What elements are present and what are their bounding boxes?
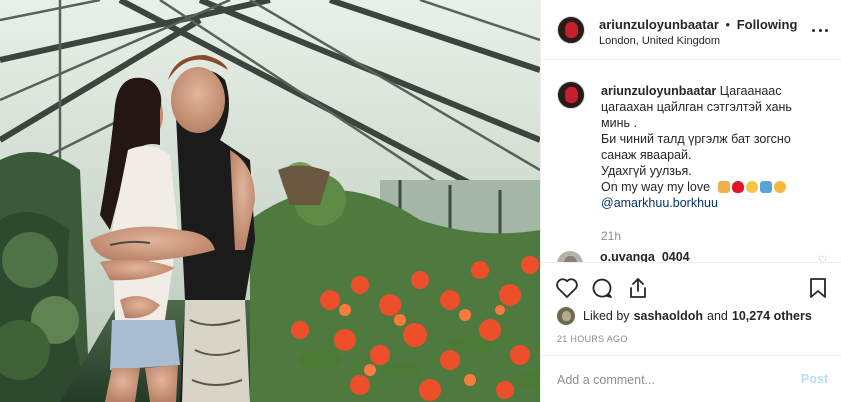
caption-section: ariunzuloyunbaatar Цагаанаас цагаахан ца… xyxy=(541,61,841,261)
caption-line-emoji: On my way my love xyxy=(601,179,829,195)
location-link[interactable]: London, United Kingdom xyxy=(599,35,720,47)
caption-author-avatar[interactable] xyxy=(557,81,585,109)
caption-line: Цагаанаас xyxy=(719,84,782,98)
caption-time: 21h xyxy=(601,229,622,243)
post-header: ariunzuloyunbaatar • Following London, U… xyxy=(541,0,841,60)
flexed-biceps-emoji-icon xyxy=(773,181,786,193)
post-photo[interactable] xyxy=(0,0,540,402)
post-comment-button[interactable]: Post xyxy=(801,372,828,386)
caption-line: Удахгүй уулзья. xyxy=(601,164,692,178)
caption-line: цагаахан цайлган сэтгэлтэй хань xyxy=(601,100,792,114)
likes-conjunction: and xyxy=(707,309,728,323)
comment-preview: o.uvanga_0404 ♡ xyxy=(557,249,827,263)
bookmark-icon[interactable] xyxy=(805,275,831,301)
likes-others-link[interactable]: 10,274 others xyxy=(732,309,812,323)
instagram-post-modal: ariunzuloyunbaatar • Following London, U… xyxy=(0,0,841,402)
author-username[interactable]: ariunzuloyunbaatar xyxy=(599,17,719,32)
comment-input[interactable] xyxy=(557,371,787,389)
caption-line: минь . xyxy=(601,116,637,130)
caption-line: On my way my love xyxy=(601,180,711,194)
separator-dot: • xyxy=(725,17,731,32)
post-timestamp[interactable]: 21 HOURS AGO xyxy=(557,334,628,344)
share-arrow-icon[interactable] xyxy=(625,275,651,301)
liker-avatar[interactable] xyxy=(557,307,575,325)
heart-emoji-icon xyxy=(731,181,744,193)
author-line: ariunzuloyunbaatar • Following xyxy=(599,17,797,32)
caption-line: Би чиний талд үргэлж бат зогсно xyxy=(601,132,791,146)
airplane-emoji-icon xyxy=(759,181,772,193)
greenhouse-couple-image xyxy=(0,0,540,402)
post-details-panel: ariunzuloyunbaatar • Following London, U… xyxy=(540,0,841,402)
following-button[interactable]: Following xyxy=(737,17,798,32)
comment-bubble-icon[interactable] xyxy=(589,275,615,301)
more-options-icon[interactable] xyxy=(812,22,828,38)
mention-link[interactable]: @amarkhuu.borkhuu xyxy=(601,195,829,211)
add-comment-bar: Post xyxy=(541,355,841,402)
author-avatar[interactable] xyxy=(557,16,585,44)
caption-text: ariunzuloyunbaatar Цагаанаас цагаахан ца… xyxy=(601,83,829,211)
caption-line: санаж яваарай. xyxy=(601,148,692,162)
liker-username[interactable]: sashaoldoh xyxy=(634,309,703,323)
likes-prefix: Liked by xyxy=(583,309,630,323)
likes-summary: Liked by sashaoldoh and 10,274 others xyxy=(557,305,816,327)
couple-emoji-icon xyxy=(717,181,730,193)
caption-username[interactable]: ariunzuloyunbaatar xyxy=(601,84,716,98)
ok-hand-emoji-icon xyxy=(745,181,758,193)
emoji-group xyxy=(717,181,786,193)
heart-outline-icon[interactable] xyxy=(554,275,580,301)
